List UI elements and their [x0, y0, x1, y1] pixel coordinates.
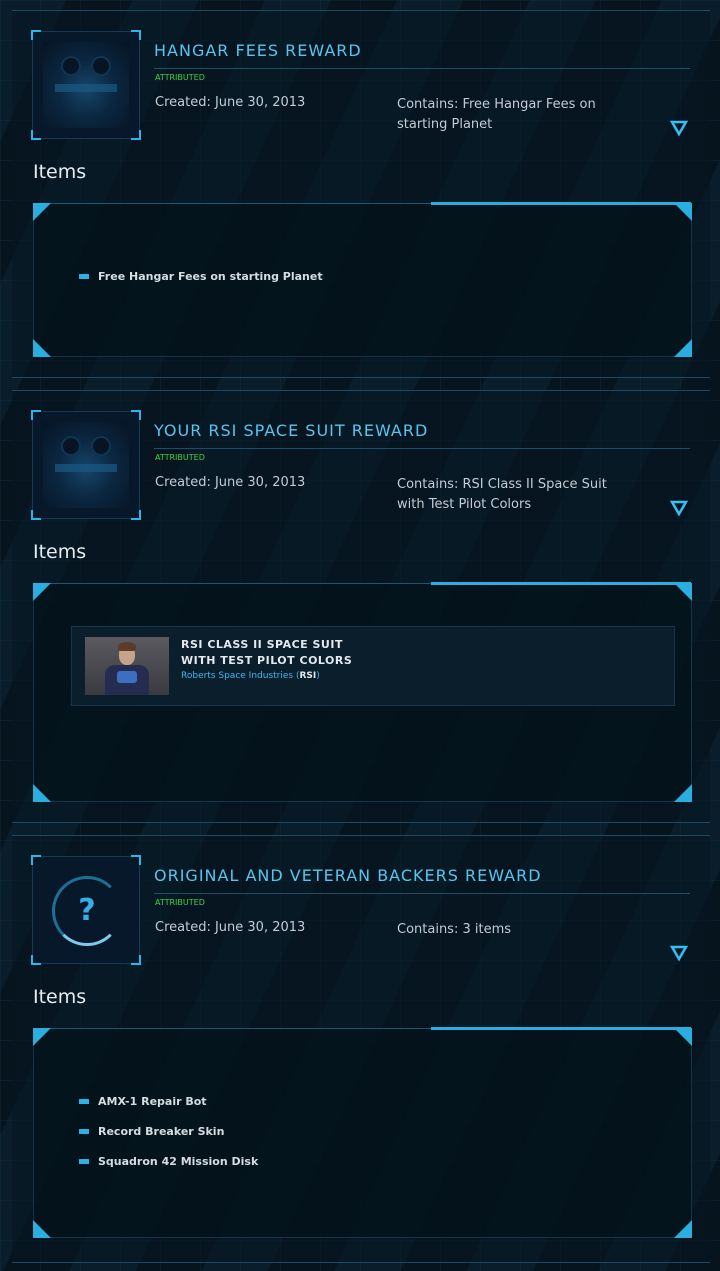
contains-text: Contains: 3 items [397, 922, 512, 937]
bullet-icon [79, 1129, 89, 1134]
items-panel: AMX-1 Repair Bot Record Breaker Skin Squ… [33, 1027, 692, 1238]
contains-text: Contains: RSI Class II Space Suit with T… [397, 477, 607, 512]
status-badge: ATTRIBUTED [155, 453, 205, 462]
pledge-title: HANGAR FEES REWARD [154, 41, 690, 69]
bullet-icon [79, 274, 89, 279]
list-item: Free Hangar Fees on starting Planet [79, 270, 323, 300]
created-date: Created: June 30, 2013 [155, 95, 306, 110]
pledge-title: ORIGINAL AND VETERAN BACKERS REWARD [154, 866, 690, 894]
items-panel: Free Hangar Fees on starting Planet [33, 202, 692, 357]
pledge-thumbnail[interactable]: ? [31, 855, 141, 965]
created-date: Created: June 30, 2013 [155, 920, 306, 935]
expand-toggle-icon[interactable] [670, 944, 688, 962]
pledge-hangar-fees: HANGAR FEES REWARD ATTRIBUTED Created: J… [12, 10, 710, 378]
item-name: RSI CLASS II SPACE SUIT WITH TEST PILOT … [181, 638, 353, 667]
hangar-image [43, 422, 129, 508]
question-mark-icon: ? [52, 876, 122, 946]
expand-toggle-icon[interactable] [670, 119, 688, 137]
item-manufacturer: Roberts Space Industries (RSI) [181, 671, 320, 681]
items-heading: Items [33, 541, 87, 563]
bullet-icon [79, 1099, 89, 1104]
items-heading: Items [33, 986, 87, 1008]
status-badge: ATTRIBUTED [155, 73, 205, 82]
space-suit-image [85, 637, 169, 695]
list-item: Record Breaker Skin [79, 1125, 258, 1155]
pledge-space-suit: YOUR RSI SPACE SUIT REWARD ATTRIBUTED Cr… [12, 390, 710, 823]
list-item: Squadron 42 Mission Disk [79, 1155, 258, 1185]
created-date: Created: June 30, 2013 [155, 475, 306, 490]
list-item: AMX-1 Repair Bot [79, 1095, 258, 1125]
expand-toggle-icon[interactable] [670, 499, 688, 517]
pledge-thumbnail[interactable] [31, 30, 141, 140]
hangar-image [43, 42, 129, 128]
bullet-icon [79, 1159, 89, 1164]
pledge-original-backers: ? ORIGINAL AND VETERAN BACKERS REWARD AT… [12, 835, 710, 1263]
items-heading: Items [33, 161, 87, 183]
pledge-thumbnail[interactable] [31, 410, 141, 520]
items-panel: RSI CLASS II SPACE SUIT WITH TEST PILOT … [33, 582, 692, 802]
pledge-title: YOUR RSI SPACE SUIT REWARD [154, 421, 690, 449]
item-card[interactable]: RSI CLASS II SPACE SUIT WITH TEST PILOT … [71, 626, 675, 706]
status-badge: ATTRIBUTED [155, 898, 205, 907]
contains-text: Contains: Free Hangar Fees on starting P… [397, 97, 596, 132]
